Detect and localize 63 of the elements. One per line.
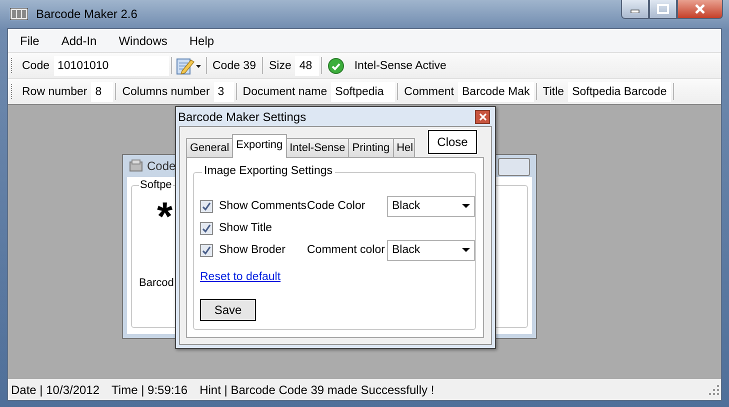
caret-icon — [462, 248, 470, 252]
tab[interactable]: Hel — [392, 138, 416, 158]
field-label: Columns number — [122, 86, 210, 98]
text-field[interactable]: Softpedia Barcode — [568, 82, 671, 102]
barcode-type-label: Code 39 — [212, 60, 256, 72]
close-button[interactable] — [475, 110, 490, 124]
barcode-printer-icon — [129, 159, 143, 173]
tab[interactable]: Exporting — [232, 134, 287, 158]
group-label: Softpe — [139, 179, 173, 191]
caret-icon — [462, 204, 470, 208]
dialog-title: Barcode Maker Settings — [178, 110, 306, 124]
menu-item[interactable]: File — [12, 34, 48, 48]
maximize-button[interactable] — [649, 0, 677, 19]
field-label: Row number — [22, 86, 88, 98]
menu-item[interactable]: Windows — [110, 34, 176, 48]
color-dropdown[interactable]: Black — [387, 196, 475, 216]
status-label: Intel-Sense Active — [354, 60, 446, 72]
checkbox[interactable] — [200, 244, 213, 256]
field-label: Document name — [242, 86, 328, 98]
status-text: Time | 9:59:16 — [112, 382, 188, 396]
code-field[interactable]: 10101010 — [54, 56, 168, 76]
barcode-icon — [10, 8, 28, 20]
menu-item[interactable]: Add-In — [53, 34, 105, 48]
edit-dropdown-button[interactable] — [176, 56, 202, 74]
color-dropdown[interactable]: Black — [387, 240, 475, 260]
resize-grip[interactable] — [709, 384, 719, 394]
reset-link[interactable]: Reset to default — [200, 271, 281, 283]
text-field[interactable]: Barcode Mak — [458, 82, 534, 102]
checkbox-label: Show Broder — [219, 244, 286, 256]
barcode-caption: Barcod — [139, 277, 174, 289]
field-label: Comment — [404, 86, 454, 98]
checkbox-label: Show Comments — [219, 200, 305, 212]
text-field[interactable]: 8 — [91, 82, 114, 102]
close-icon — [478, 112, 486, 120]
window-buttons[interactable] — [498, 158, 530, 176]
checkbox[interactable] — [200, 200, 213, 212]
text-field[interactable]: Softpedia — [331, 82, 396, 102]
close-button[interactable]: Close — [428, 130, 477, 154]
checkbox-label: Show Title — [219, 222, 274, 234]
size-field[interactable]: 48 — [295, 56, 320, 76]
close-icon — [694, 4, 706, 14]
window-title: Barcode Maker 2.6 — [36, 7, 138, 21]
field-label: Size — [268, 60, 292, 72]
barcode-symbol: * — [157, 197, 173, 237]
field-label: Code — [22, 60, 50, 72]
check-icon — [328, 58, 344, 74]
text-field[interactable]: 3 — [214, 82, 234, 102]
setting-label: Comment color — [307, 244, 385, 256]
setting-label: Code Color — [307, 200, 366, 212]
status-text: Hint | Barcode Code 39 made Successfully ! — [200, 382, 434, 396]
tab[interactable]: General — [186, 138, 234, 158]
status-text: Date | 10/3/2012 — [11, 382, 100, 396]
close-button[interactable] — [677, 0, 723, 19]
save-button[interactable]: Save — [200, 299, 256, 321]
minimize-button[interactable] — [621, 0, 649, 19]
checkbox[interactable] — [200, 222, 213, 234]
field-label: Title — [542, 86, 564, 98]
window-title: Code — [147, 159, 176, 173]
tab[interactable]: Printing — [348, 138, 394, 158]
maximize-icon — [657, 4, 669, 14]
tab[interactable]: Intel-Sense — [286, 138, 350, 158]
menu-item[interactable]: Help — [181, 34, 222, 48]
group-label: Image Exporting Settings — [202, 165, 334, 177]
